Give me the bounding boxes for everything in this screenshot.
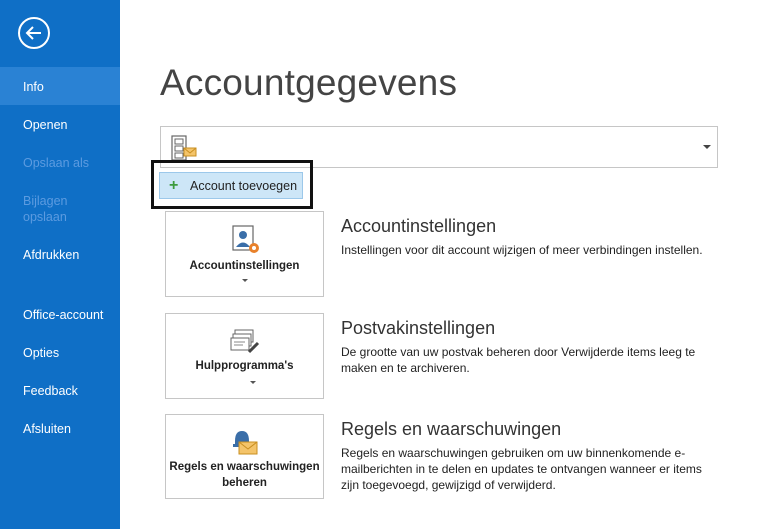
nav-bijlagen-opslaan-label: Bijlagen opslaan — [23, 194, 68, 224]
nav-afdrukken-label: Afdrukken — [23, 248, 80, 262]
section-desc-regels: Regels en waarschuwingen gebruiken om uw… — [341, 446, 702, 492]
account-settings-button[interactable]: Accountinstellingen — [165, 211, 324, 297]
section-title-regels: Regels en waarschuwingen — [341, 419, 562, 439]
backstage-sidebar: Info Openen Opslaan als Bijlagen opslaan… — [0, 0, 120, 529]
tools-button[interactable]: Hulpprogramma's — [165, 313, 324, 399]
nav-office-account-label: Office-account — [23, 308, 104, 322]
nav-info-label: Info — [23, 80, 44, 94]
nav-openen[interactable]: Openen — [0, 117, 120, 133]
account-settings-icon — [232, 225, 259, 253]
back-arrow-icon — [25, 26, 41, 40]
nav-office-account[interactable]: Office-account — [0, 307, 120, 323]
nav-opslaan-als: Opslaan als — [0, 155, 120, 171]
back-button[interactable] — [18, 17, 50, 49]
account-mailbox-icon — [171, 135, 197, 161]
nav-info[interactable]: Info — [0, 67, 120, 105]
add-account-button[interactable]: + Account toevoegen — [159, 172, 303, 199]
section-title-postvakinstellingen: Postvakinstellingen — [341, 318, 496, 338]
nav-afsluiten-label: Afsluiten — [23, 422, 71, 436]
manage-rules-button-label: Regels en waarschuwingen beheren — [169, 461, 320, 489]
tools-button-label: Hulpprogramma's — [195, 360, 294, 372]
manage-rules-button[interactable]: Regels en waarschuwingen beheren — [165, 414, 324, 499]
section-title-accountinstellingen: Accountinstellingen — [341, 216, 497, 236]
section-desc-accountinstellingen: Instellingen voor dit account wijzigen o… — [341, 243, 703, 257]
chevron-down-icon — [242, 279, 248, 282]
nav-opties-label: Opties — [23, 346, 60, 360]
nav-opslaan-als-label: Opslaan als — [23, 156, 90, 170]
nav-opties[interactable]: Opties — [0, 345, 120, 361]
nav-bijlagen-opslaan: Bijlagen opslaan — [0, 193, 100, 225]
account-settings-button-label: Accountinstellingen — [189, 260, 300, 272]
nav-feedback-label: Feedback — [23, 384, 78, 398]
nav-afsluiten[interactable]: Afsluiten — [0, 421, 120, 437]
chevron-down-icon — [250, 381, 256, 384]
nav-afdrukken[interactable]: Afdrukken — [0, 247, 120, 263]
chevron-down-icon — [703, 145, 711, 149]
add-account-label: Account toevoegen — [190, 179, 298, 193]
tools-icon — [230, 329, 260, 354]
nav-openen-label: Openen — [23, 118, 68, 132]
section-desc-postvakinstellingen: De grootte van uw postvak beheren door V… — [341, 345, 696, 375]
plus-icon: + — [169, 177, 179, 194]
nav-feedback[interactable]: Feedback — [0, 383, 120, 399]
page-title: Accountgegevens — [160, 62, 458, 103]
rules-alerts-icon — [233, 431, 258, 455]
